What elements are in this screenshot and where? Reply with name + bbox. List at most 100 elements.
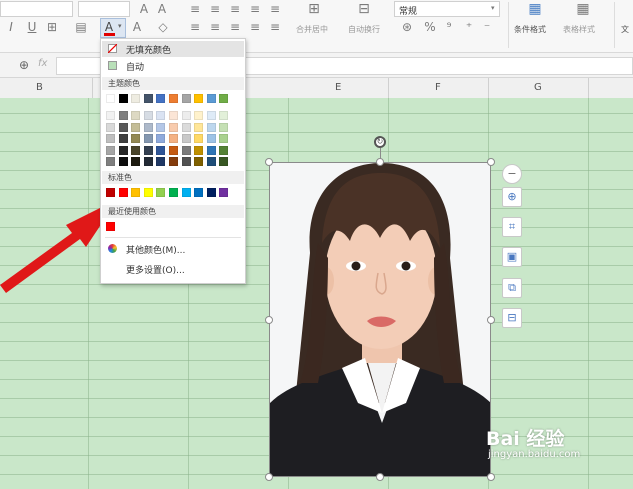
- theme-shade-swatch[interactable]: [156, 157, 166, 166]
- justify-icon[interactable]: ≡: [248, 2, 262, 16]
- layout-options-icon[interactable]: ⊟: [502, 308, 522, 328]
- more-ribbon-button[interactable]: 文: [621, 24, 629, 35]
- theme-color-swatch[interactable]: [194, 94, 204, 103]
- theme-color-swatch[interactable]: [219, 94, 229, 103]
- resize-handle-right[interactable]: [487, 316, 495, 324]
- collapse-tools-button[interactable]: −: [502, 164, 522, 184]
- theme-shade-swatch[interactable]: [169, 134, 178, 143]
- theme-color-swatch[interactable]: [206, 94, 216, 103]
- theme-shade-swatch[interactable]: [131, 145, 141, 155]
- comma-icon[interactable]: ⁹: [442, 20, 456, 34]
- theme-shade-swatch[interactable]: [169, 111, 178, 120]
- theme-shade-swatch[interactable]: [131, 157, 141, 166]
- theme-color-swatch[interactable]: [156, 94, 166, 103]
- theme-color-swatch[interactable]: [106, 94, 115, 103]
- theme-shade-swatch[interactable]: [181, 134, 191, 143]
- merge-center-button[interactable]: 合并居中: [296, 24, 328, 35]
- resize-handle-top-right[interactable]: [487, 158, 495, 166]
- align-top-icon[interactable]: ≡: [188, 2, 202, 16]
- wrap-text-button[interactable]: 自动换行: [348, 24, 380, 35]
- theme-shade-swatch[interactable]: [118, 111, 128, 120]
- theme-shade-swatch[interactable]: [106, 111, 115, 120]
- theme-shade-swatch[interactable]: [106, 145, 115, 155]
- more-colors-item[interactable]: 其他颜色(M)...: [102, 241, 244, 257]
- standard-color-swatch[interactable]: [194, 188, 204, 197]
- theme-shade-swatch[interactable]: [194, 145, 204, 155]
- align-middle-icon[interactable]: ≡: [208, 2, 222, 16]
- align-left-icon[interactable]: ≡: [188, 20, 202, 34]
- theme-shade-swatch[interactable]: [131, 134, 141, 143]
- theme-shade-swatch[interactable]: [156, 134, 166, 143]
- theme-shade-swatch[interactable]: [143, 145, 153, 155]
- theme-shade-swatch[interactable]: [194, 111, 204, 120]
- theme-shade-swatch[interactable]: [219, 145, 229, 155]
- theme-shade-swatch[interactable]: [106, 134, 115, 143]
- theme-shade-swatch[interactable]: [143, 134, 153, 143]
- decrease-decimal-icon[interactable]: ⁻: [480, 20, 494, 34]
- theme-shade-swatch[interactable]: [143, 157, 153, 166]
- theme-shade-swatch[interactable]: [118, 157, 128, 166]
- theme-shade-swatch[interactable]: [194, 157, 204, 166]
- id-photo[interactable]: [270, 163, 491, 477]
- font-size-field[interactable]: [78, 1, 130, 17]
- align-right-icon[interactable]: ≡: [228, 20, 242, 34]
- theme-shade-swatch[interactable]: [169, 157, 178, 166]
- eraser-icon[interactable]: ◇: [156, 20, 170, 34]
- theme-shade-swatch[interactable]: [169, 122, 178, 132]
- fx-icon[interactable]: fx: [38, 58, 47, 69]
- fill-color-icon[interactable]: ▤: [74, 20, 88, 34]
- resize-handle-bottom[interactable]: [376, 473, 384, 481]
- theme-shade-swatch[interactable]: [181, 145, 191, 155]
- theme-shade-swatch[interactable]: [118, 122, 128, 132]
- merge-icon[interactable]: ⊞: [305, 2, 323, 16]
- column-label-e[interactable]: E: [335, 82, 341, 93]
- standard-color-swatch[interactable]: [206, 188, 216, 197]
- standard-color-swatch[interactable]: [169, 188, 178, 197]
- theme-shade-swatch[interactable]: [206, 157, 216, 166]
- text-color-icon[interactable]: A: [130, 20, 144, 34]
- standard-color-swatch[interactable]: [156, 188, 166, 197]
- no-fill-item[interactable]: 无填充颜色: [102, 41, 244, 57]
- theme-shade-swatch[interactable]: [156, 145, 166, 155]
- indent-icon[interactable]: ≡: [268, 2, 282, 16]
- theme-shade-swatch[interactable]: [169, 145, 178, 155]
- theme-shade-swatch[interactable]: [194, 134, 204, 143]
- resize-handle-bottom-left[interactable]: [265, 473, 273, 481]
- standard-color-swatch[interactable]: [118, 188, 128, 197]
- zoom-cell-icon[interactable]: ⊕: [17, 58, 31, 72]
- theme-shade-swatch[interactable]: [131, 122, 141, 132]
- distribute-icon[interactable]: ≡: [248, 20, 262, 34]
- theme-color-swatch[interactable]: [143, 94, 153, 103]
- theme-color-swatch[interactable]: [131, 94, 141, 103]
- theme-shade-swatch[interactable]: [143, 111, 153, 120]
- theme-shade-swatch[interactable]: [181, 111, 191, 120]
- wrap-icon[interactable]: ⊟: [355, 2, 373, 16]
- outdent-icon[interactable]: ≡: [268, 20, 282, 34]
- currency-icon[interactable]: ⊛: [400, 20, 414, 34]
- resize-handle-left[interactable]: [265, 316, 273, 324]
- column-label-f[interactable]: F: [435, 82, 441, 93]
- theme-color-swatch[interactable]: [181, 94, 191, 103]
- column-label-b[interactable]: B: [36, 82, 43, 93]
- column-label-g[interactable]: G: [534, 82, 542, 93]
- grow-font-icon[interactable]: A: [137, 2, 151, 16]
- standard-color-swatch[interactable]: [106, 188, 115, 197]
- theme-shade-swatch[interactable]: [106, 157, 115, 166]
- border-icon[interactable]: ⊞: [46, 20, 58, 34]
- theme-shade-swatch[interactable]: [181, 122, 191, 132]
- conditional-format-icon[interactable]: ▦: [526, 2, 544, 16]
- resize-handle-bottom-right[interactable]: [487, 473, 495, 481]
- table-style-button[interactable]: 表格样式: [563, 24, 595, 35]
- more-settings-item[interactable]: 更多设置(O)...: [102, 261, 244, 277]
- standard-color-swatch[interactable]: [181, 188, 191, 197]
- theme-shade-swatch[interactable]: [206, 134, 216, 143]
- table-style-icon[interactable]: ▦: [574, 2, 592, 16]
- theme-shade-swatch[interactable]: [206, 145, 216, 155]
- theme-shade-swatch[interactable]: [206, 122, 216, 132]
- font-color-button[interactable]: A ▾: [100, 18, 126, 38]
- underline-icon[interactable]: U: [26, 20, 38, 34]
- theme-shade-swatch[interactable]: [194, 122, 204, 132]
- resize-handle-top-left[interactable]: [265, 158, 273, 166]
- conditional-format-button[interactable]: 条件格式: [514, 24, 546, 35]
- crop-icon[interactable]: ⌗: [502, 217, 522, 237]
